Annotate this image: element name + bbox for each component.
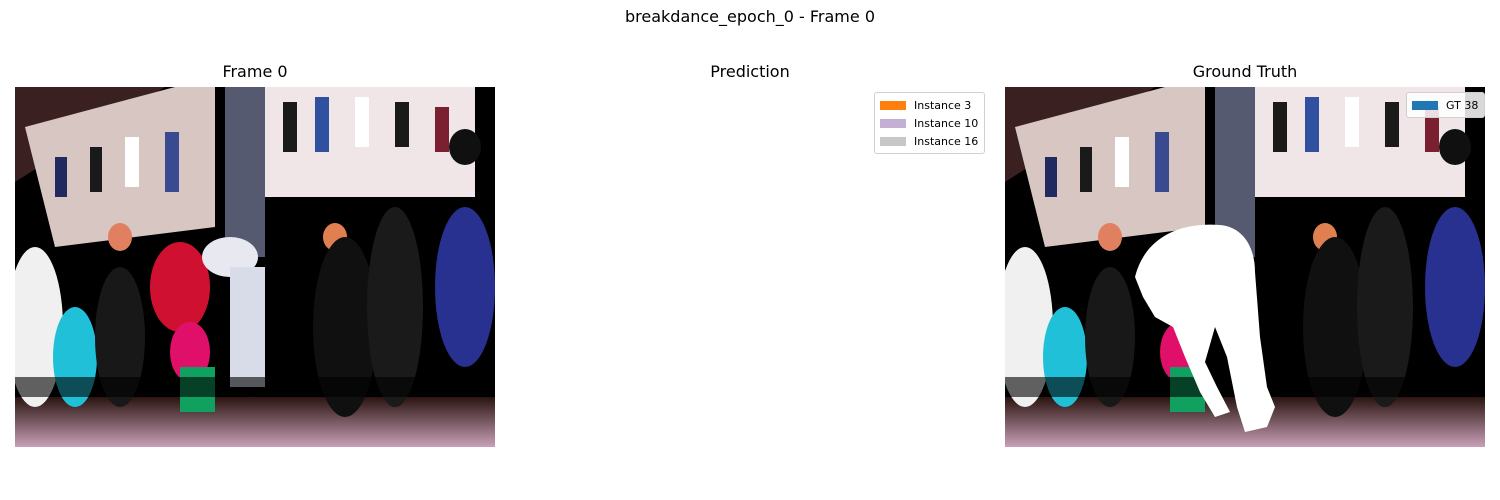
frame-image	[15, 87, 495, 447]
figure-title: breakdance_epoch_0 - Frame 0	[624, 7, 875, 26]
legend-swatch	[880, 136, 906, 146]
legend-label: GT 38	[1446, 98, 1479, 112]
ground-truth-legend: GT 38	[1406, 92, 1486, 118]
ground-truth-panel-title: Ground Truth	[1192, 62, 1298, 81]
legend-swatch	[880, 118, 906, 128]
frame-panel-title: Frame 0	[222, 62, 288, 81]
legend-swatch	[880, 100, 906, 110]
legend-item: Instance 3	[880, 96, 978, 114]
legend-item: Instance 16	[880, 132, 978, 150]
prediction-legend: Instance 3 Instance 10 Instance 16	[874, 92, 986, 154]
legend-label: Instance 3	[914, 98, 972, 112]
legend-swatch	[1412, 100, 1438, 110]
legend-label: Instance 10	[914, 116, 979, 130]
legend-item: GT 38	[1412, 96, 1478, 114]
legend-label: Instance 16	[914, 134, 979, 148]
prediction-panel-title: Prediction	[710, 62, 790, 81]
legend-item: Instance 10	[880, 114, 978, 132]
ground-truth-image	[1005, 87, 1485, 447]
